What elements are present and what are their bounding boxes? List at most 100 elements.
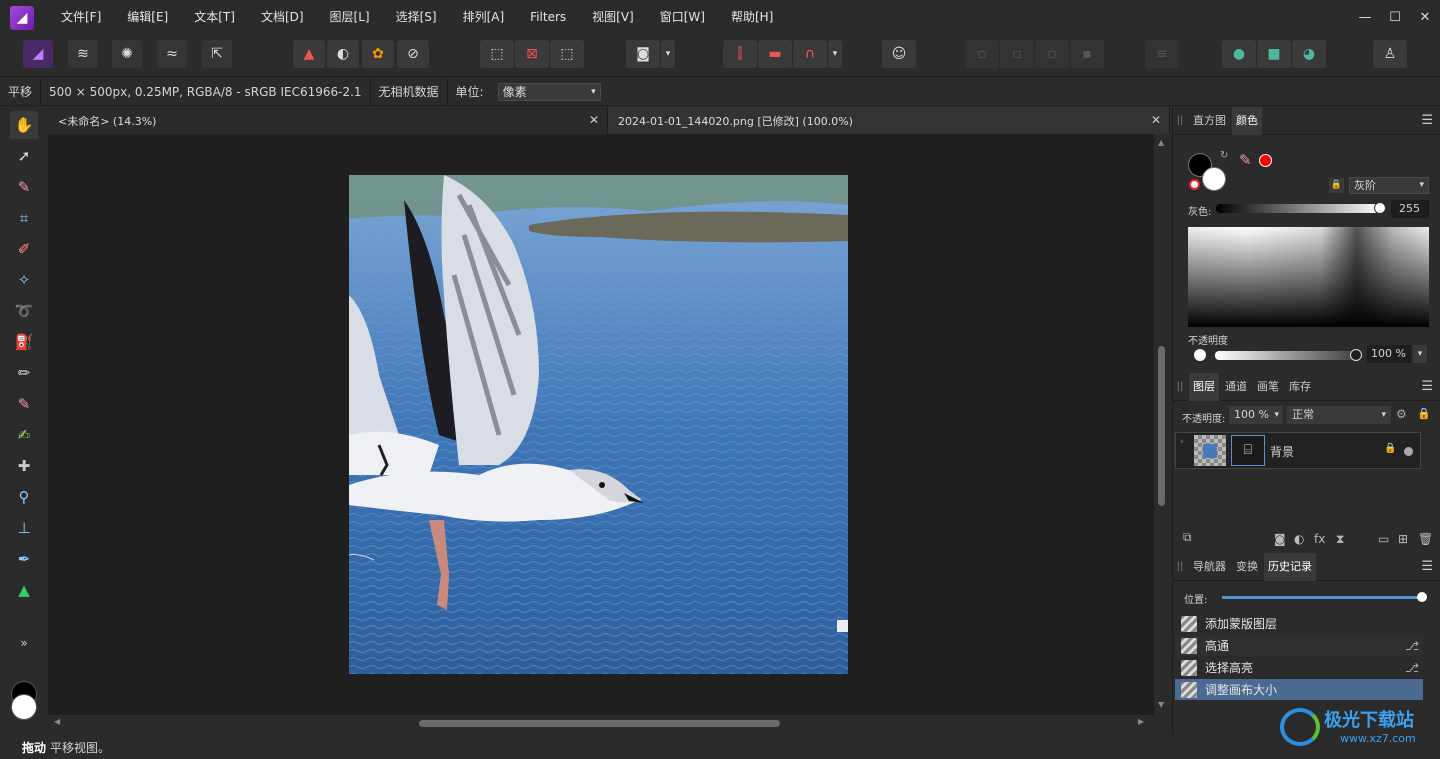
grip-icon[interactable]: || (1173, 381, 1187, 392)
add-pixel-layer-icon[interactable]: ⊞ (1398, 532, 1408, 546)
secondary-color-swatch[interactable] (11, 694, 37, 720)
adjustment-icon[interactable]: ◐ (1294, 532, 1304, 546)
chevron-down-icon[interactable]: ▾ (1413, 345, 1427, 363)
menu-window[interactable]: 窗口[W] (647, 0, 718, 35)
menu-view[interactable]: 视图[V] (579, 0, 647, 35)
layer-opacity-select[interactable]: 100 % ▾ (1229, 406, 1283, 424)
pen-tool-icon[interactable]: ✒ (10, 545, 38, 573)
gray-slider[interactable] (1216, 204, 1380, 213)
develop-persona-icon[interactable]: ✺ (112, 40, 142, 68)
lock-icon[interactable]: 🔒 (1329, 178, 1344, 193)
panel-menu-icon[interactable]: ☰ (1421, 113, 1433, 128)
color-spectrum[interactable] (1188, 227, 1429, 327)
eyedropper-icon[interactable]: ✎ (1239, 151, 1252, 169)
freehand-selection-tool-icon[interactable]: ➰ (10, 297, 38, 325)
branch-icon[interactable]: ⎇ (1405, 661, 1419, 675)
tab-layers[interactable]: 图层 (1189, 372, 1219, 401)
menu-layer[interactable]: 图层[L] (317, 0, 383, 35)
vertical-scrollbar[interactable]: ▲ ▼ (1154, 134, 1170, 715)
color-picker-tool-icon[interactable]: ✎ (10, 173, 38, 201)
trash-icon[interactable]: 🗑 (1418, 532, 1433, 546)
gray-value-field[interactable]: 255 (1391, 200, 1429, 218)
arrange-backward-icon[interactable]: ▫ (1000, 40, 1034, 68)
tab-image[interactable]: 2024-01-01_144020.png [已修改] (100.0%) ✕ (608, 107, 1170, 134)
paint-brush-tool-icon[interactable]: ✏ (10, 359, 38, 387)
menu-filters[interactable]: Filters (517, 0, 579, 35)
tab-transform[interactable]: 变换 (1232, 553, 1262, 581)
add-mask-icon[interactable]: ◙ (1274, 532, 1286, 546)
swap-colors-icon[interactable]: ↻ (1220, 150, 1228, 161)
auto-colors-icon[interactable]: ✿ (362, 40, 394, 68)
opacity-slider[interactable] (1215, 351, 1355, 360)
tab-brushes[interactable]: 画笔 (1253, 373, 1283, 401)
opacity-value-field[interactable]: 100 % (1367, 345, 1411, 363)
history-item[interactable]: 高通 ⎇ (1175, 635, 1423, 656)
scroll-up-icon[interactable]: ▲ (1158, 138, 1164, 147)
maximize-button[interactable]: ☐ (1380, 0, 1410, 35)
branch-icon[interactable]: ⎇ (1405, 639, 1419, 653)
layer-copy-icon[interactable]: ⧉ (1183, 530, 1192, 545)
tab-history[interactable]: 历史记录 (1264, 552, 1316, 581)
tab-untitled[interactable]: <未命名> (14.3%) ✕ (48, 107, 608, 134)
levels-icon[interactable]: ▲ (293, 40, 325, 68)
account-icon[interactable]: ♙ (1373, 40, 1407, 68)
view-tool-icon[interactable]: ✋ (10, 111, 38, 139)
flood-fill-tool-icon[interactable]: ⛽ (10, 328, 38, 356)
snapping-dropdown-icon[interactable]: ▾ (828, 40, 842, 68)
menu-file[interactable]: 文件[F] (48, 0, 114, 35)
opacity-slider-handle[interactable] (1350, 349, 1362, 361)
boolean-add-icon[interactable]: ● (1222, 40, 1256, 68)
grip-icon[interactable]: || (1173, 561, 1187, 572)
grip-icon[interactable]: || (1173, 115, 1187, 126)
tab-stock[interactable]: 库存 (1285, 373, 1315, 401)
export-persona-icon[interactable]: ⇱ (202, 40, 232, 68)
menu-edit[interactable]: 编辑[E] (114, 0, 181, 35)
snapping-grid-icon[interactable]: ▬ (758, 40, 792, 68)
scroll-down-icon[interactable]: ▼ (1158, 700, 1164, 709)
flood-select-tool-icon[interactable]: ✧ (10, 266, 38, 294)
tab-channels[interactable]: 通道 (1221, 373, 1251, 401)
boolean-subtract-icon[interactable]: ■ (1257, 40, 1291, 68)
live-filter-icon[interactable]: fx (1314, 532, 1325, 546)
liquify-persona-icon[interactable]: ≋ (68, 40, 98, 68)
scroll-left-icon[interactable]: ◀ (54, 717, 60, 726)
color-mode-select[interactable]: 灰阶 ▾ (1349, 177, 1429, 194)
arrange-back-icon[interactable]: ▫ (965, 40, 999, 68)
tab-navigator[interactable]: 导航器 (1189, 553, 1230, 581)
quick-mask-icon[interactable]: ◙ (626, 40, 660, 68)
align-icon[interactable]: ⫿ (723, 40, 757, 68)
shape-tool-icon[interactable]: ▲ (10, 576, 38, 604)
clone-tool-icon[interactable]: ⊥ (10, 514, 38, 542)
no-color-icon[interactable] (1189, 179, 1200, 190)
tab-histogram[interactable]: 直方图 (1189, 107, 1230, 135)
gear-icon[interactable]: ⚙ (1396, 407, 1407, 421)
history-item-selected[interactable]: 调整画布大小 (1175, 679, 1423, 700)
menu-select[interactable]: 选择[S] (383, 0, 450, 35)
horizontal-scrollbar[interactable]: ◀ ▶ (48, 715, 1154, 731)
vertical-scroll-thumb[interactable] (1158, 346, 1165, 506)
snapping-magnet-icon[interactable]: ∩ (793, 40, 827, 68)
close-icon[interactable]: ✕ (589, 113, 599, 127)
deselect-icon[interactable]: ⊠ (515, 40, 549, 68)
layer-lock-icon[interactable]: 🔒 (1384, 443, 1396, 454)
erase-brush-tool-icon[interactable]: ✎ (10, 390, 38, 418)
history-position-slider[interactable] (1222, 596, 1422, 599)
history-item[interactable]: 添加蒙版图层 (1175, 613, 1423, 634)
auto-white-balance-icon[interactable]: ⊘ (397, 40, 429, 68)
blend-mode-select[interactable]: 正常 ▾ (1287, 406, 1391, 424)
layer-visibility-icon[interactable] (1404, 447, 1413, 456)
close-button[interactable]: ✕ (1410, 0, 1440, 35)
history-position-handle[interactable] (1417, 592, 1427, 602)
tone-mapping-persona-icon[interactable]: ≈ (157, 40, 187, 68)
menu-help[interactable]: 帮助[H] (718, 0, 786, 35)
more-tools-icon[interactable]: » (10, 629, 38, 657)
healing-brush-tool-icon[interactable]: ✚ (10, 452, 38, 480)
invert-selection-icon[interactable]: ⬚ (550, 40, 584, 68)
boolean-intersect-icon[interactable]: ◕ (1292, 40, 1326, 68)
photo-persona-icon[interactable]: ◢ (23, 40, 53, 68)
tab-color[interactable]: 颜色 (1232, 106, 1262, 135)
menu-document[interactable]: 文档[D] (248, 0, 317, 35)
stroke-color-swatch[interactable] (1202, 167, 1226, 191)
close-icon[interactable]: ✕ (1151, 113, 1161, 127)
picked-color-swatch[interactable] (1259, 154, 1272, 167)
